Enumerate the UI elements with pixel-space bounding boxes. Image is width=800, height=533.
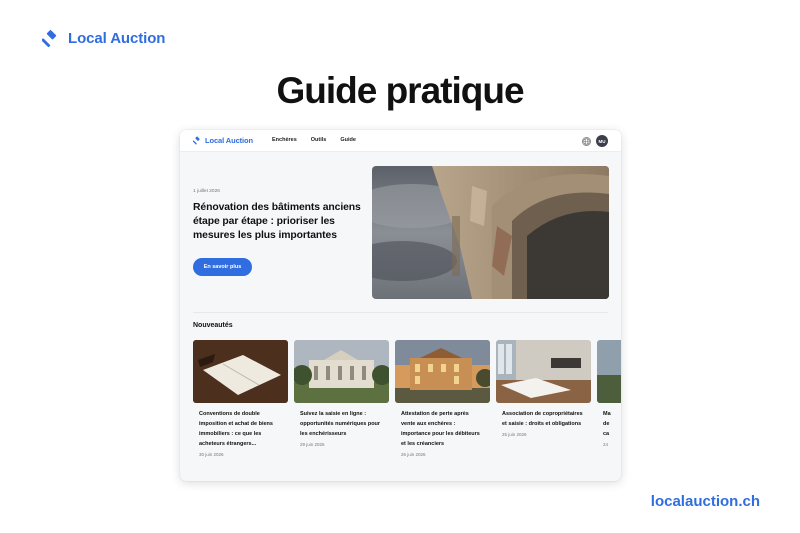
hero-title[interactable]: Rénovation des bâtiments anciens étape p… bbox=[193, 201, 363, 243]
card-date: 25 juin 2026 bbox=[502, 432, 527, 437]
card-date: 29 juin 2026 bbox=[300, 442, 325, 447]
card-date: 30 juin 2026 bbox=[199, 452, 224, 457]
card-title: Association de copropriétaires et saisie… bbox=[502, 411, 583, 427]
card-image bbox=[496, 340, 591, 403]
gavel-icon bbox=[193, 136, 200, 145]
hero-date: 1 juillet 2026 bbox=[193, 189, 220, 194]
section-title: Nouveautés bbox=[193, 322, 233, 329]
nav-item-outils[interactable]: Outils bbox=[311, 137, 327, 143]
footer-url[interactable]: localauction.ch bbox=[651, 493, 760, 510]
news-card[interactable]: Attestation de perte après vente aux enc… bbox=[395, 340, 490, 457]
learn-more-button[interactable]: En savoir plus bbox=[193, 258, 252, 276]
card-title: Conventions de double imposition et acha… bbox=[199, 411, 273, 447]
globe-icon[interactable] bbox=[582, 136, 591, 146]
app-brand-logo[interactable]: Local Auction bbox=[193, 136, 253, 145]
news-card[interactable]: Association de copropriétaires et saisie… bbox=[496, 340, 591, 457]
card-date: 24 bbox=[603, 442, 609, 447]
card-image bbox=[193, 340, 288, 403]
card-image bbox=[294, 340, 389, 403]
card-date: 26 juin 2026 bbox=[401, 452, 426, 457]
app-topbar: Local Auction Enchères Outils Guide MU bbox=[180, 130, 621, 152]
card-image bbox=[395, 340, 490, 403]
app-screenshot-frame: Local Auction Enchères Outils Guide MU 1… bbox=[180, 130, 621, 481]
card-title: Suivez la saisie en ligne : opportunités… bbox=[300, 411, 381, 437]
hero-image[interactable] bbox=[372, 166, 609, 299]
nav-item-encheres[interactable]: Enchères bbox=[272, 137, 297, 143]
news-card[interactable]: Conventions de double imposition et acha… bbox=[193, 340, 288, 457]
brand-name: Local Auction bbox=[68, 30, 166, 47]
brand-logo[interactable]: Local Auction bbox=[42, 29, 165, 48]
news-cards: Conventions de double imposition et acha… bbox=[193, 340, 621, 457]
app-brand-name: Local Auction bbox=[205, 136, 254, 145]
card-title: Attestation de perte après vente aux enc… bbox=[401, 411, 480, 447]
app-nav: Enchères Outils Guide bbox=[272, 137, 356, 143]
page-headline: Guide pratique bbox=[276, 70, 524, 111]
news-card[interactable]: Suivez la saisie en ligne : opportunités… bbox=[294, 340, 389, 457]
card-image bbox=[597, 340, 621, 403]
gavel-icon bbox=[42, 30, 57, 48]
section-divider bbox=[193, 312, 608, 313]
avatar[interactable]: MU bbox=[596, 135, 608, 147]
card-title: Ma de ca bbox=[603, 411, 611, 437]
nav-item-guide[interactable]: Guide bbox=[340, 137, 356, 143]
news-card[interactable]: Ma de ca 24 bbox=[597, 340, 621, 457]
